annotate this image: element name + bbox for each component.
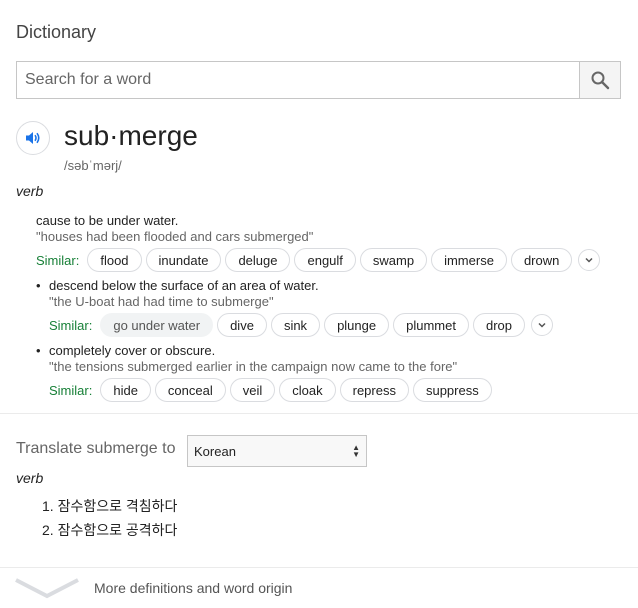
bullet-marker: • xyxy=(36,343,41,358)
similar-chip[interactable]: sink xyxy=(270,313,321,337)
pronunciation: /səbˈmərj/ xyxy=(64,158,122,173)
card-title: Dictionary xyxy=(16,22,97,42)
bullet-marker: • xyxy=(36,278,41,293)
search-input[interactable] xyxy=(17,62,580,98)
sense-3-definition: completely cover or obscure. xyxy=(49,343,216,358)
translation-item: 1. 잠수함으로 격침하다 xyxy=(42,498,178,514)
sense-3-example: "the tensions submerged earlier in the c… xyxy=(49,359,458,374)
sense-3-similar-row: Similar: hide conceal veil cloak repress… xyxy=(49,377,496,403)
search-box xyxy=(16,61,621,99)
sense-1-similar-row: Similar: flood inundate deluge engulf sw… xyxy=(36,247,601,273)
sense-2-definition: descend below the surface of an area of … xyxy=(49,278,319,293)
chevron-down-icon xyxy=(538,322,546,328)
more-definitions-label: More definitions and word origin xyxy=(94,580,293,596)
similar-label: Similar: xyxy=(49,382,93,398)
similar-chip[interactable]: repress xyxy=(339,378,409,402)
sense-1-definition: cause to be under water. xyxy=(36,213,179,228)
headword: sub·merge xyxy=(64,120,198,151)
search-icon xyxy=(591,71,610,90)
translation-part-of-speech: verb xyxy=(16,470,44,486)
more-definitions-button[interactable]: More definitions and word origin xyxy=(0,568,638,608)
similar-chip[interactable]: cloak xyxy=(279,378,336,402)
expand-similar-button[interactable] xyxy=(578,249,601,271)
translation-item: 2. 잠수함으로 공격하다 xyxy=(42,522,178,538)
similar-label: Similar: xyxy=(36,252,80,268)
similar-chip[interactable]: drown xyxy=(510,248,573,272)
language-select[interactable]: Korean ▲ ▼ xyxy=(187,435,367,467)
similar-chip[interactable]: plunge xyxy=(324,313,390,337)
similar-chip: go under water xyxy=(100,313,214,337)
similar-chip[interactable]: veil xyxy=(229,378,276,402)
similar-chip[interactable]: swamp xyxy=(359,248,428,272)
similar-chip[interactable]: hide xyxy=(100,378,151,402)
similar-chip[interactable]: plummet xyxy=(393,313,469,337)
similar-chip[interactable]: immerse xyxy=(431,248,507,272)
translate-label: Translate submerge to xyxy=(16,440,176,457)
speaker-icon xyxy=(26,132,40,144)
language-select-value: Korean xyxy=(194,443,236,459)
similar-chip[interactable]: drop xyxy=(472,313,525,337)
similar-chip[interactable]: inundate xyxy=(145,248,222,272)
pronounce-button[interactable] xyxy=(16,121,50,155)
dictionary-card: Dictionary sub·merge /səbˈmərj/ verb cau… xyxy=(0,0,638,608)
similar-chip[interactable]: dive xyxy=(217,313,267,337)
part-of-speech: verb xyxy=(16,183,44,199)
similar-chip[interactable]: engulf xyxy=(294,248,356,272)
similar-chip[interactable]: flood xyxy=(87,248,142,272)
sense-2-similar-row: Similar: go under water dive sink plunge… xyxy=(49,312,553,338)
chevron-down-icon xyxy=(585,257,593,263)
sense-1-example: "houses had been flooded and cars submer… xyxy=(36,229,314,244)
expand-similar-button[interactable] xyxy=(531,314,553,336)
similar-chip[interactable]: suppress xyxy=(412,378,492,402)
similar-chip[interactable]: deluge xyxy=(225,248,291,272)
search-button[interactable] xyxy=(579,62,620,98)
select-arrows-icon: ▲ ▼ xyxy=(352,443,360,459)
similar-label: Similar: xyxy=(49,317,93,333)
chevron-down-icon xyxy=(15,578,79,599)
section-divider xyxy=(0,413,638,414)
sense-2-example: "the U-boat had had time to submerge" xyxy=(49,294,274,309)
similar-chip[interactable]: conceal xyxy=(154,378,226,402)
